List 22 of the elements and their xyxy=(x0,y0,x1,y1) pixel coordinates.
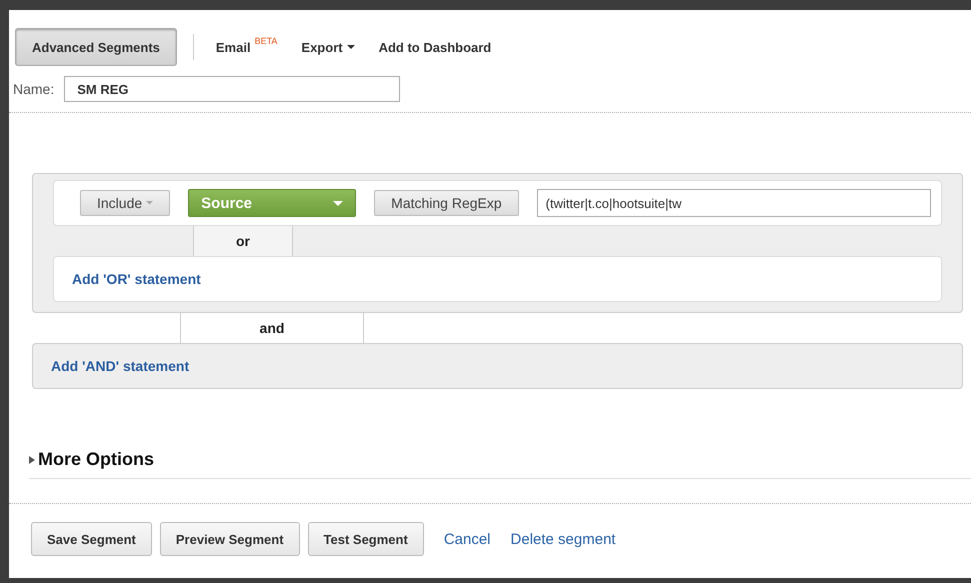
add-and-link[interactable]: Add 'AND' statement xyxy=(51,358,190,374)
advanced-segments-button[interactable]: Advanced Segments xyxy=(15,28,177,66)
match-type-button[interactable]: Matching RegExp xyxy=(374,190,519,216)
caret-icon xyxy=(346,45,355,49)
caret-icon xyxy=(146,201,154,205)
more-options-toggle[interactable]: More Options xyxy=(29,449,154,470)
action-link[interactable]: Delete segment xyxy=(510,530,616,548)
and-connector: and xyxy=(180,313,364,343)
segment-action-button[interactable]: Preview Segment xyxy=(160,522,300,556)
caret-icon xyxy=(333,200,344,206)
include-dropdown[interactable]: Include xyxy=(80,190,170,216)
toolbar-link[interactable]: Add to Dashboard xyxy=(378,40,492,54)
or-connector: or xyxy=(193,226,293,256)
name-field[interactable]: SM REG xyxy=(64,76,400,102)
segment-action-button[interactable]: Save Segment xyxy=(31,522,152,556)
triangle-icon xyxy=(29,456,35,464)
value-field[interactable]: (twitter|t.co|hootsuite|tw xyxy=(536,189,931,217)
action-link[interactable]: Cancel xyxy=(444,530,491,548)
name-label: Name: xyxy=(13,81,54,97)
add-or-link[interactable]: Add 'OR' statement xyxy=(72,271,201,287)
segment-action-button[interactable]: Test Segment xyxy=(308,522,424,556)
export-menu[interactable]: Export xyxy=(301,40,355,54)
